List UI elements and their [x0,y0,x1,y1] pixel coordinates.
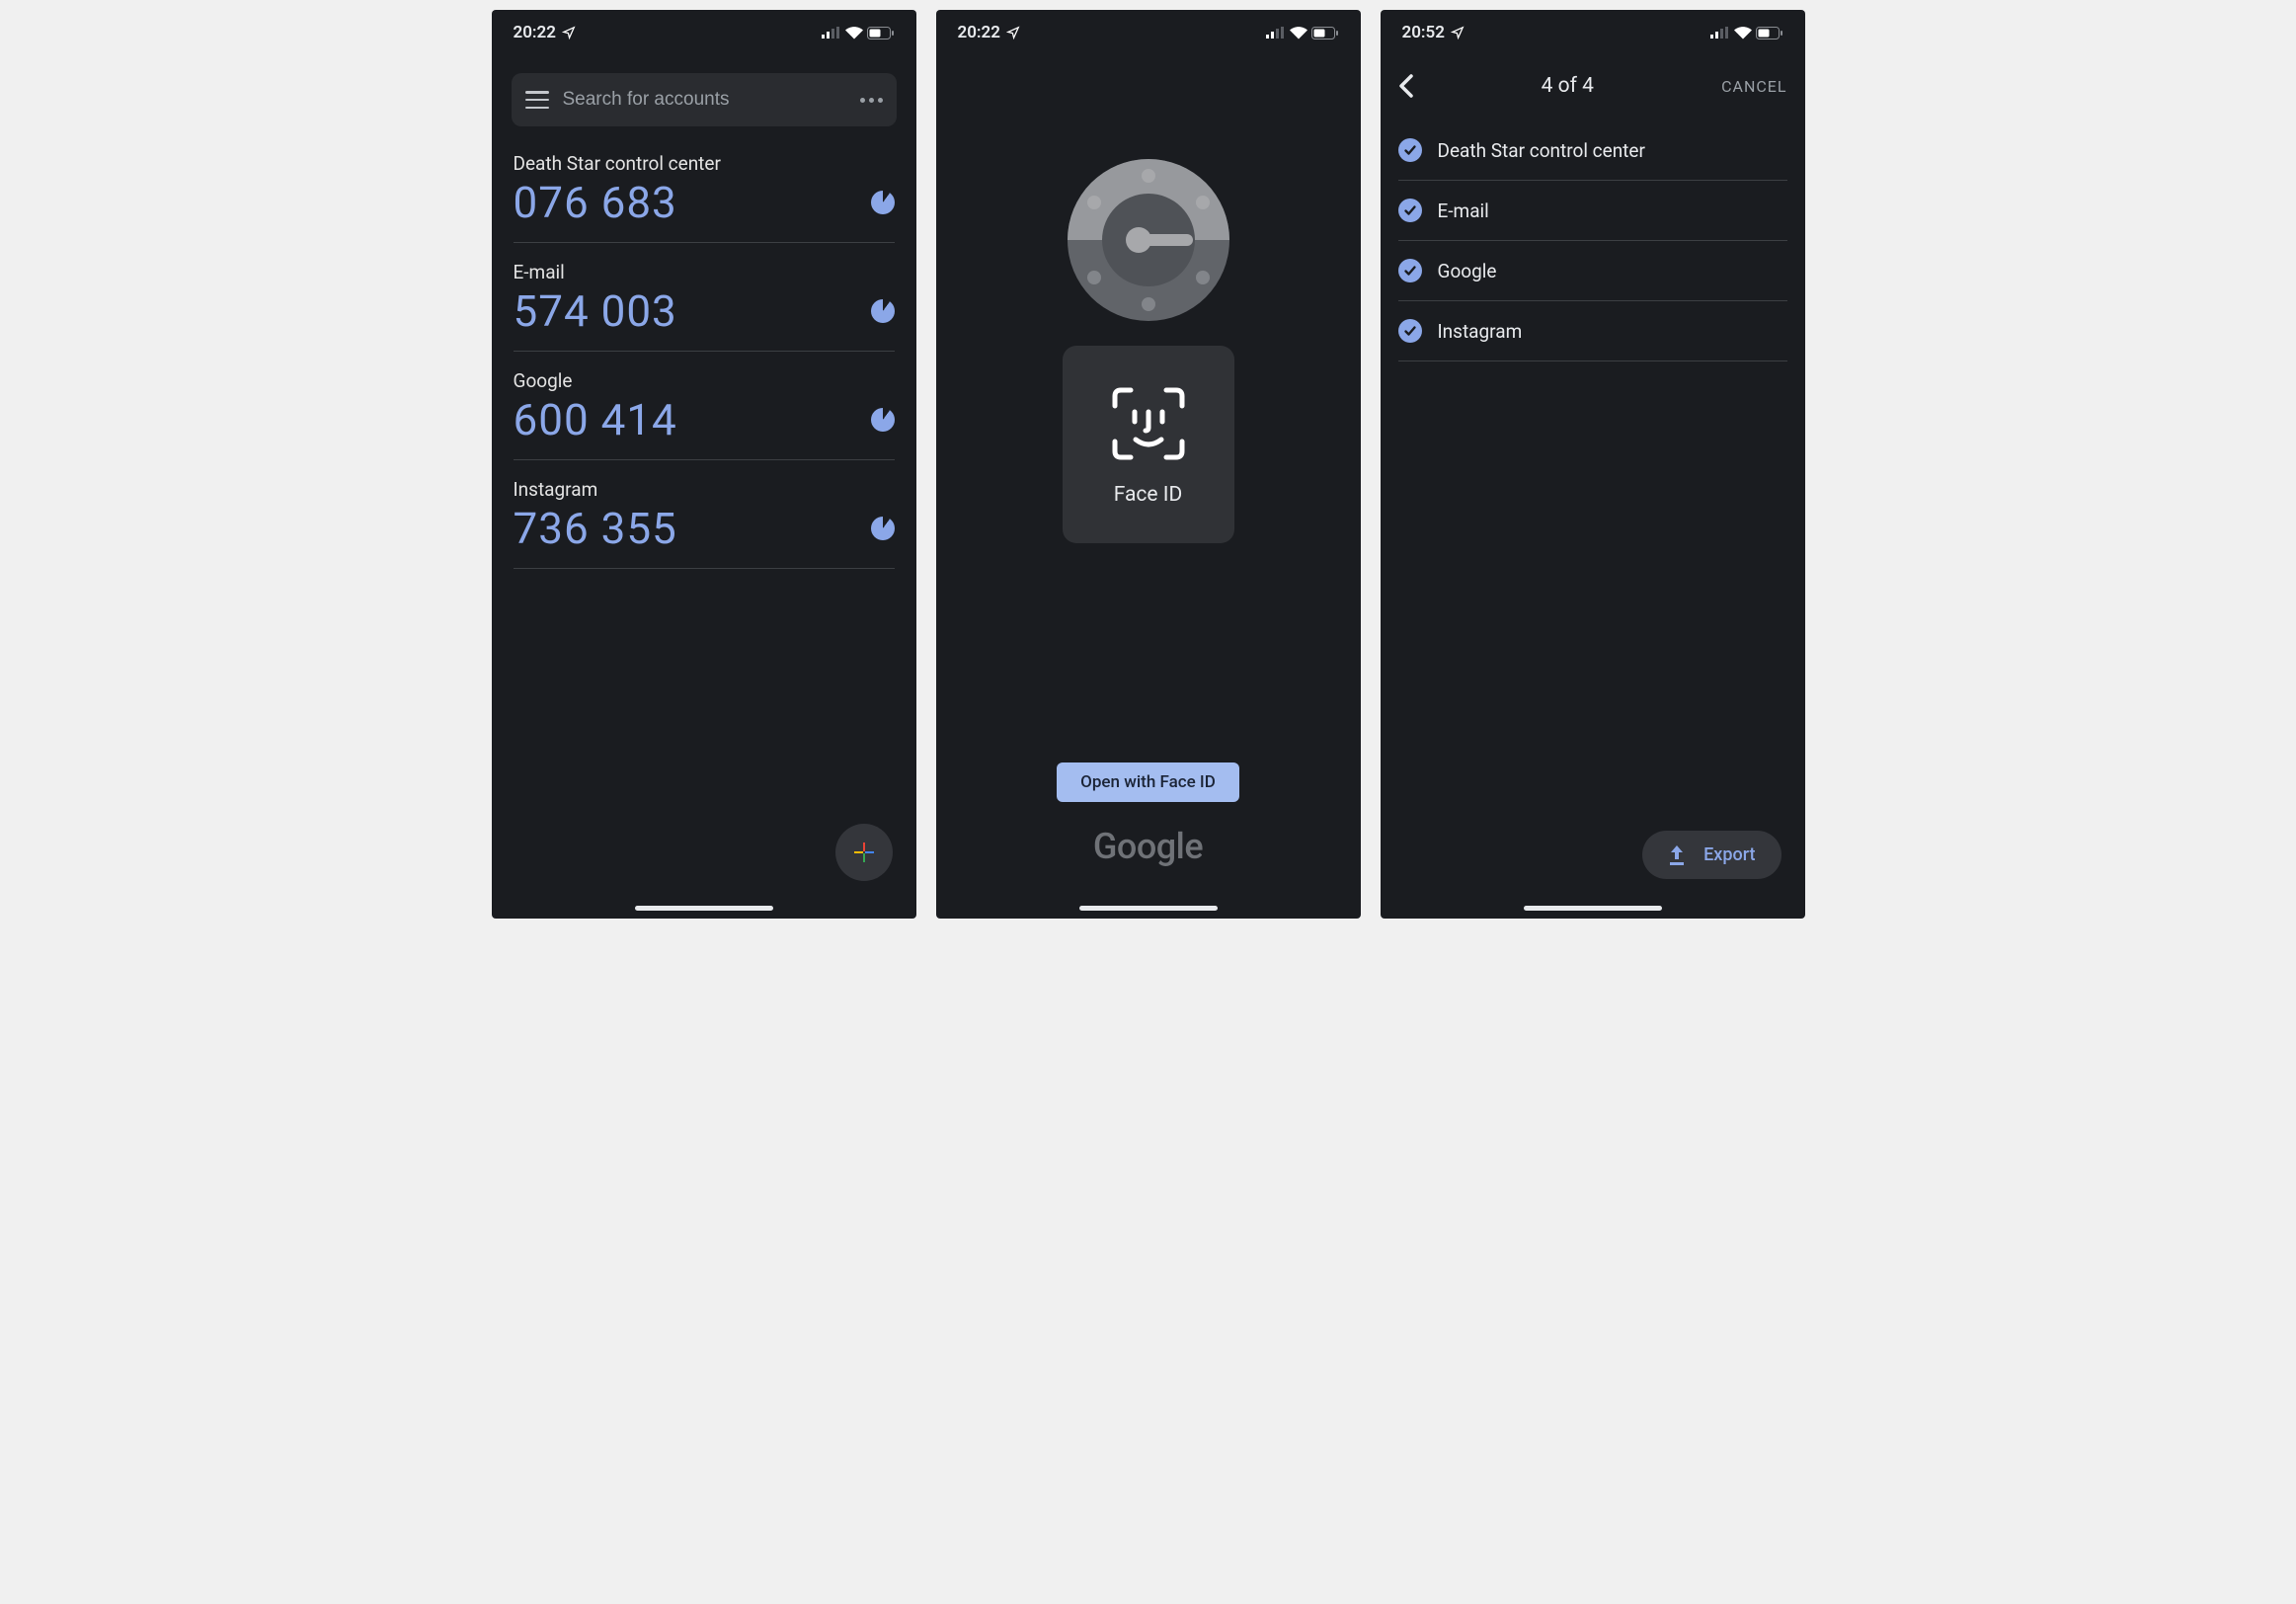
export-item-label: E-mail [1438,200,1489,222]
upload-icon [1668,845,1686,865]
menu-icon[interactable] [525,91,549,109]
totp-code: 076 683 [514,177,677,228]
faceid-icon [1107,382,1190,465]
wifi-icon [1290,27,1307,40]
search-bar[interactable] [512,73,897,126]
account-name: Google [514,369,895,392]
status-bar: 20:22 [492,18,916,47]
countdown-icon [871,191,895,214]
totp-code: 736 355 [514,503,677,554]
status-icons [822,27,895,40]
check-icon[interactable] [1398,138,1422,162]
battery-icon [1311,27,1339,40]
account-item[interactable]: Death Star control center 076 683 [514,134,895,243]
add-account-button[interactable] [835,824,893,881]
location-icon [1006,26,1020,40]
home-indicator[interactable] [635,906,773,911]
home-indicator[interactable] [1079,906,1218,911]
open-with-faceid-button[interactable]: Open with Face ID [1057,762,1239,802]
export-account-list: Death Star control center E-mail Google … [1381,120,1805,361]
check-icon[interactable] [1398,199,1422,222]
location-icon [1451,26,1465,40]
countdown-icon [871,517,895,540]
status-time: 20:22 [958,23,1000,42]
export-item[interactable]: Death Star control center [1398,120,1787,181]
check-icon[interactable] [1398,259,1422,282]
account-item[interactable]: E-mail 574 003 [514,243,895,352]
status-icons [1710,27,1783,40]
status-bar: 20:22 [936,18,1361,47]
totp-code: 600 414 [514,394,677,445]
home-indicator[interactable] [1524,906,1662,911]
cellular-icon [1710,27,1730,39]
faceid-prompt: Face ID [1063,346,1234,543]
status-time: 20:52 [1402,23,1445,42]
countdown-icon [871,299,895,323]
cellular-icon [822,27,841,39]
export-item[interactable]: Instagram [1398,301,1787,361]
page-title: 4 of 4 [1542,74,1594,98]
countdown-icon [871,408,895,432]
wifi-icon [845,27,863,40]
more-icon[interactable] [860,98,883,103]
totp-code: 574 003 [514,285,677,337]
account-name: Instagram [514,478,895,501]
status-icons [1266,27,1339,40]
export-item-label: Google [1438,260,1497,282]
wifi-icon [1734,27,1752,40]
account-item[interactable]: Instagram 736 355 [514,460,895,569]
plus-icon [852,841,876,864]
search-input[interactable] [563,89,846,111]
export-accounts-screen: 20:52 4 of 4 CANCEL Death Star control c… [1381,10,1805,919]
authenticator-lock-screen: 20:22 [936,10,1361,919]
account-list: Death Star control center 076 683 E-mail… [492,134,916,569]
export-item[interactable]: Google [1398,241,1787,301]
nav-bar: 4 of 4 CANCEL [1381,47,1805,120]
battery-icon [867,27,895,40]
account-name: Death Star control center [514,152,895,175]
cellular-icon [1266,27,1286,39]
authenticator-logo-icon [1065,156,1232,324]
google-wordmark: Google [1093,826,1203,867]
export-button[interactable]: Export [1642,831,1781,879]
back-icon[interactable] [1398,73,1414,99]
export-button-label: Export [1703,844,1755,865]
status-time: 20:22 [514,23,556,42]
location-icon [562,26,576,40]
export-item-label: Instagram [1438,320,1523,343]
account-name: E-mail [514,261,895,283]
faceid-label: Face ID [1114,483,1183,507]
account-item[interactable]: Google 600 414 [514,352,895,460]
export-item-label: Death Star control center [1438,139,1645,162]
check-icon[interactable] [1398,319,1422,343]
status-bar: 20:52 [1381,18,1805,47]
authenticator-codes-screen: 20:22 Death Star control center 076 683 … [492,10,916,919]
battery-icon [1756,27,1783,40]
cancel-button[interactable]: CANCEL [1721,77,1786,96]
export-item[interactable]: E-mail [1398,181,1787,241]
